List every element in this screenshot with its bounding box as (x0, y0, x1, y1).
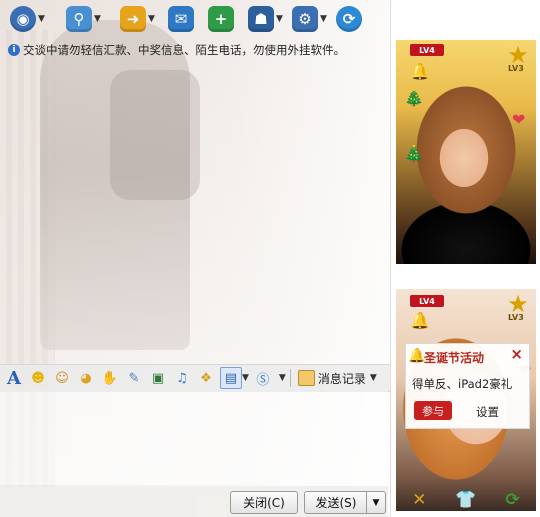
close-button[interactable]: 关闭(C) (230, 491, 298, 514)
chevron-down-icon: ▼ (369, 373, 377, 383)
level-star-icon: ★ LV3 (507, 41, 529, 73)
settings-link[interactable]: 设置 (476, 404, 499, 420)
level-badge: LV4 (410, 295, 444, 307)
hand-icon: ✋ (101, 370, 119, 386)
smiley-icon: ☻ (31, 370, 45, 386)
chevron-down-icon[interactable]: ▼ (276, 14, 283, 24)
edit-button[interactable]: ✎ (124, 368, 144, 388)
chevron-down-icon[interactable]: ▼ (94, 14, 101, 24)
user-profile-button[interactable]: ☗ ▼ (248, 4, 283, 34)
image-button[interactable]: ▣ (148, 368, 168, 388)
refresh-icon[interactable]: ⟳ (502, 489, 524, 511)
input-toolbar: A ☻ ☺ ◕ ✋ ✎ ▣ ♫ ❖ ▤ ▼ Ⓢ ▼ 消息记录 ▼ (0, 364, 392, 392)
level-star-icon: ★ LV3 (507, 290, 529, 322)
music-icon: ♫ (176, 370, 188, 386)
chevron-down-icon[interactable]: ▼ (148, 14, 155, 24)
music-button[interactable]: ♫ (172, 368, 192, 388)
close-icon[interactable]: × (510, 345, 523, 363)
chevron-down-icon[interactable]: ▼ (38, 14, 45, 24)
show-toolbar: ✕ 👕 ⟳ (396, 486, 536, 514)
security-notice-text: 交谈中请勿轻信汇款、中奖信息、陌生电话，勿使用外挂软件。 (23, 43, 345, 57)
tshirt-icon[interactable]: 👕 (455, 489, 477, 511)
message-icon: ✉ (168, 6, 194, 32)
security-notice: i 交谈中请勿轻信汇款、中奖信息、陌生电话，勿使用外挂软件。 (8, 42, 388, 58)
chevron-down-icon[interactable]: ▼ (320, 14, 327, 24)
sms-button[interactable]: ✉ (168, 4, 194, 34)
message-history-button[interactable]: 消息记录 ▼ (295, 370, 380, 387)
user-profile-icon: ☗ (248, 6, 274, 32)
magic-emoticon-button[interactable]: ☺ (52, 368, 72, 388)
share-button[interactable]: ⟳ (336, 4, 362, 34)
send-file-button[interactable]: ➜ ▼ (120, 4, 155, 34)
popup-title: 圣诞节活动 (424, 351, 485, 365)
gift-icon: ❖ (200, 370, 212, 386)
message-input[interactable] (0, 391, 388, 485)
picture-icon: ▣ (151, 370, 165, 386)
bell-icon: 🔔 (410, 311, 430, 330)
heart-icon: ❤ (512, 110, 526, 129)
screenshot-icon: ▤ (224, 370, 238, 386)
toolbar-divider (289, 369, 291, 387)
info-icon: i (8, 44, 20, 56)
microphone-icon: ⚲ (66, 6, 92, 32)
settings-button[interactable]: ⚙ ▼ (292, 4, 327, 34)
webcam-icon: ◉ (10, 6, 36, 32)
gift-button[interactable]: ❖ (196, 368, 216, 388)
magic-face-icon: ☺ (55, 370, 69, 386)
share-icon: ⟳ (336, 6, 362, 32)
shake-button[interactable]: ◕ (76, 368, 96, 388)
join-button[interactable]: 参与 (414, 401, 452, 420)
pencil-icon: ✎ (128, 370, 140, 386)
shake-icon: ◕ (80, 370, 92, 386)
send-options-button[interactable]: ▼ (366, 491, 386, 514)
font-button[interactable]: A (4, 368, 24, 389)
popup-text: 得单反、iPad2豪礼 (412, 377, 513, 391)
chat-history-pane[interactable] (0, 60, 388, 362)
video-call-button[interactable]: ◉ ▼ (10, 4, 45, 34)
bottom-bar: 关闭(C) 发送(S) ▼ (0, 486, 388, 517)
contact-avatar-show[interactable]: LV4 ★ LV3 🔔 🎄 🎄 ❤ (396, 40, 536, 264)
swap-icon[interactable]: ✕ (408, 489, 430, 511)
chevron-down-icon[interactable]: ▼ (279, 373, 286, 383)
send-button[interactable]: 发送(S) (304, 491, 368, 514)
add-app-button[interactable]: + (208, 4, 234, 34)
search-engine-icon: Ⓢ (256, 372, 270, 388)
emoticon-button[interactable]: ☻ (28, 368, 48, 388)
scrawl-button[interactable]: ✋ (100, 368, 120, 388)
chevron-down-icon[interactable]: ▼ (242, 373, 249, 383)
add-app-icon: + (208, 6, 234, 32)
level-badge: LV4 (410, 44, 444, 56)
message-history-label: 消息记录 (317, 371, 366, 386)
send-file-icon: ➜ (120, 6, 146, 32)
christmas-tree-icon: 🎄 (404, 144, 424, 163)
settings-icon: ⚙ (292, 6, 318, 32)
voice-call-button[interactable]: ⚲ ▼ (66, 4, 101, 34)
bell-icon: 🔔 (410, 62, 430, 81)
chevron-down-icon: ▼ (372, 497, 380, 508)
christmas-tree-icon: 🎄 (404, 88, 424, 107)
search-button[interactable]: Ⓢ (253, 368, 273, 388)
bell-icon: 🔔 (408, 348, 426, 364)
history-icon (297, 370, 315, 386)
screenshot-button[interactable]: ▤ (220, 367, 242, 389)
christmas-event-popup: 🔔 圣诞节活动 × 得单反、iPad2豪礼 参与 设置 (405, 343, 530, 429)
